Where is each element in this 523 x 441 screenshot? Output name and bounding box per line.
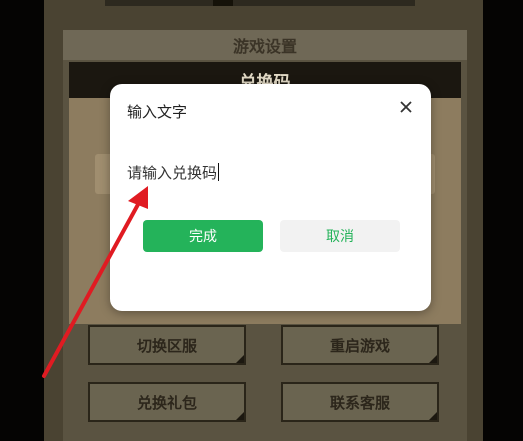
arrow-shaft (42, 197, 143, 378)
red-arrow-annotation (42, 186, 148, 378)
